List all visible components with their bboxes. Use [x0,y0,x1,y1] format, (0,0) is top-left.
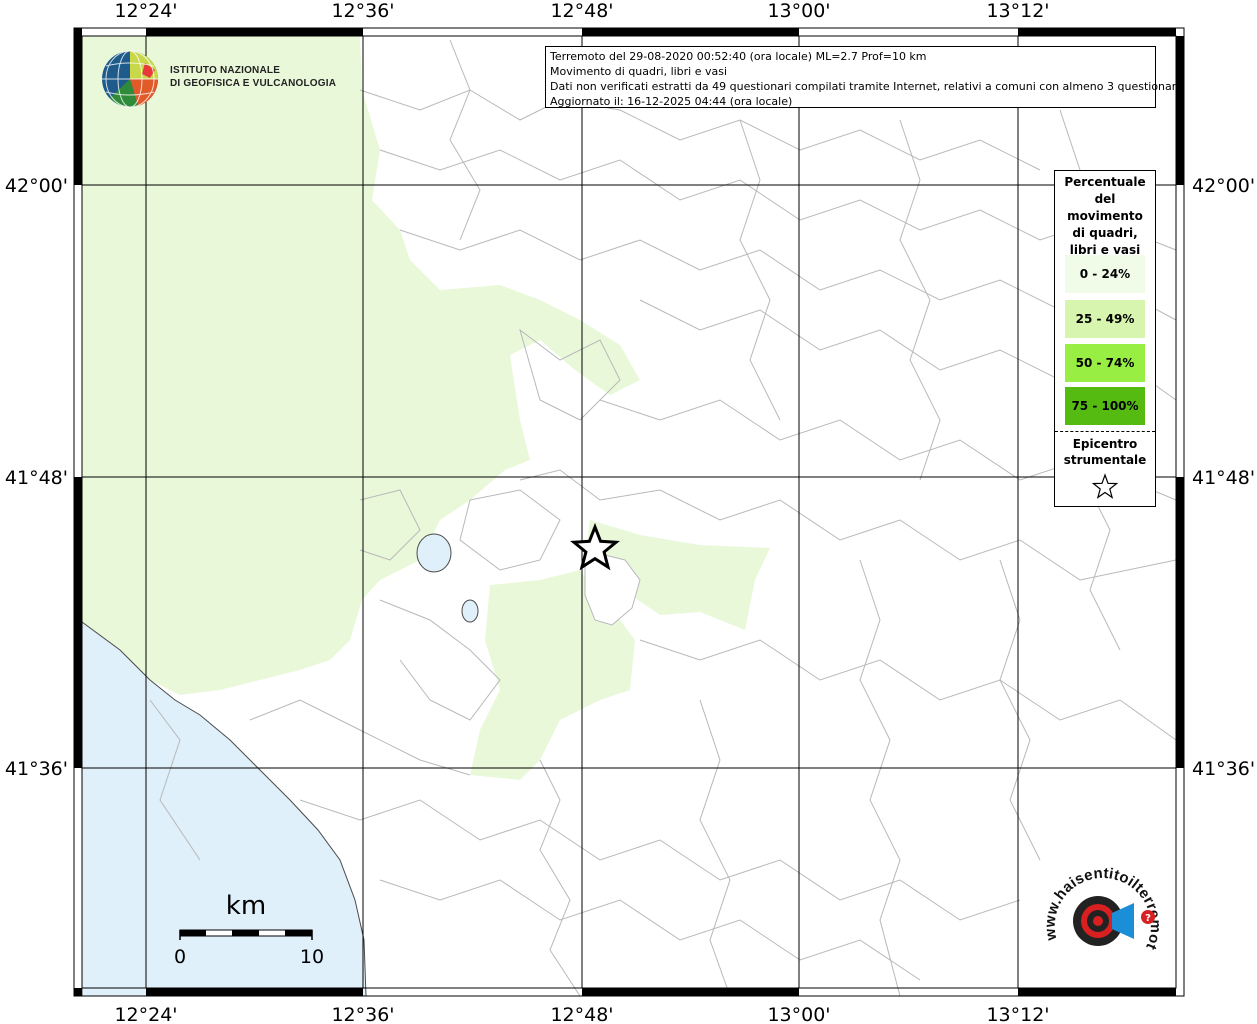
legend-class-label: 75 - 100% [1071,399,1139,413]
lon-tick-bottom-1: 12°24' [114,1004,177,1024]
legend-class-25-49: 25 - 49% [1065,300,1145,338]
lon-tick-top-1: 12°24' [114,0,177,22]
scale-max-label: 10 [300,946,324,968]
lat-tick-left-2: 41°48' [5,467,68,489]
legend-class-label: 50 - 74% [1075,356,1135,370]
lon-tick-top-2: 12°36' [331,0,394,22]
scale-min-label: 0 [174,946,186,968]
lon-tick-top-3: 12°48' [550,0,613,22]
lon-tick-top-5: 13°12' [986,0,1049,22]
lon-tick-bottom-5: 13°12' [986,1004,1049,1024]
legend-class-50-74: 50 - 74% [1065,344,1145,382]
legend-epicenter-line: Epicentro [1072,437,1138,451]
legend-title-line: del [1094,192,1116,206]
haisentitoilterremoto-logo[interactable]: www.haisentitoilterremoto.it ? [1038,855,1168,985]
map-subject: Movimento di quadri, libri e vasi [550,65,728,78]
lat-tick-right-1: 42°00' [1192,175,1255,197]
ingv-name-line1: ISTITUTO NAZIONALE [170,65,281,76]
legend-box: Percentuale del movimento di quadri, lib… [1054,170,1156,507]
lon-tick-bottom-2: 12°36' [331,1004,394,1024]
lon-tick-top-4: 13°00' [767,0,830,22]
legend-title-line: Percentuale [1064,175,1146,189]
legend-separator [1055,431,1155,432]
lon-tick-bottom-3: 12°48' [550,1004,613,1024]
legend-class-75-100: 75 - 100% [1065,387,1145,425]
scale-bar: km 0 10 [174,891,324,968]
svg-text:?: ? [1145,913,1151,924]
lat-tick-left-1: 42°00' [5,175,68,197]
update-timestamp: Aggiornato il: 16-12-2025 04:44 (ora loc… [550,95,793,108]
scale-unit: km [226,891,266,921]
legend-title-line: movimento [1067,209,1143,223]
lat-tick-left-3: 41°36' [5,758,68,780]
lon-tick-bottom-4: 13°00' [767,1004,830,1024]
legend-epicenter-line: strumentale [1063,453,1147,467]
globe-icon [102,50,159,108]
ingv-name-line2: DI GEOFISICA E VULCANOLOGIA [170,78,337,89]
lake-nemi [461,599,479,623]
legend-epicenter-label: Epicentro strumentale [1055,436,1155,468]
legend-title: Percentuale del movimento di quadri, lib… [1055,171,1155,259]
ingv-logo: ISTITUTO NAZIONALE DI GEOFISICA E VULCAN… [100,48,340,110]
legend-title-line: di quadri, [1072,226,1138,240]
data-disclaimer: Dati non verificati estratti da 49 quest… [550,80,1183,93]
legend-class-label: 0 - 24% [1079,267,1131,281]
lake-albano [416,533,452,573]
legend-class-0-24: 0 - 24% [1065,255,1145,293]
lat-tick-right-2: 41°48' [1192,467,1255,489]
event-info-box: Terremoto del 29-08-2020 00:52:40 (ora l… [545,46,1183,108]
legend-class-label: 25 - 49% [1075,312,1135,326]
event-details: Terremoto del 29-08-2020 00:52:40 (ora l… [550,50,927,63]
lat-tick-right-3: 41°36' [1192,758,1255,780]
legend-star-icon [1091,473,1119,499]
